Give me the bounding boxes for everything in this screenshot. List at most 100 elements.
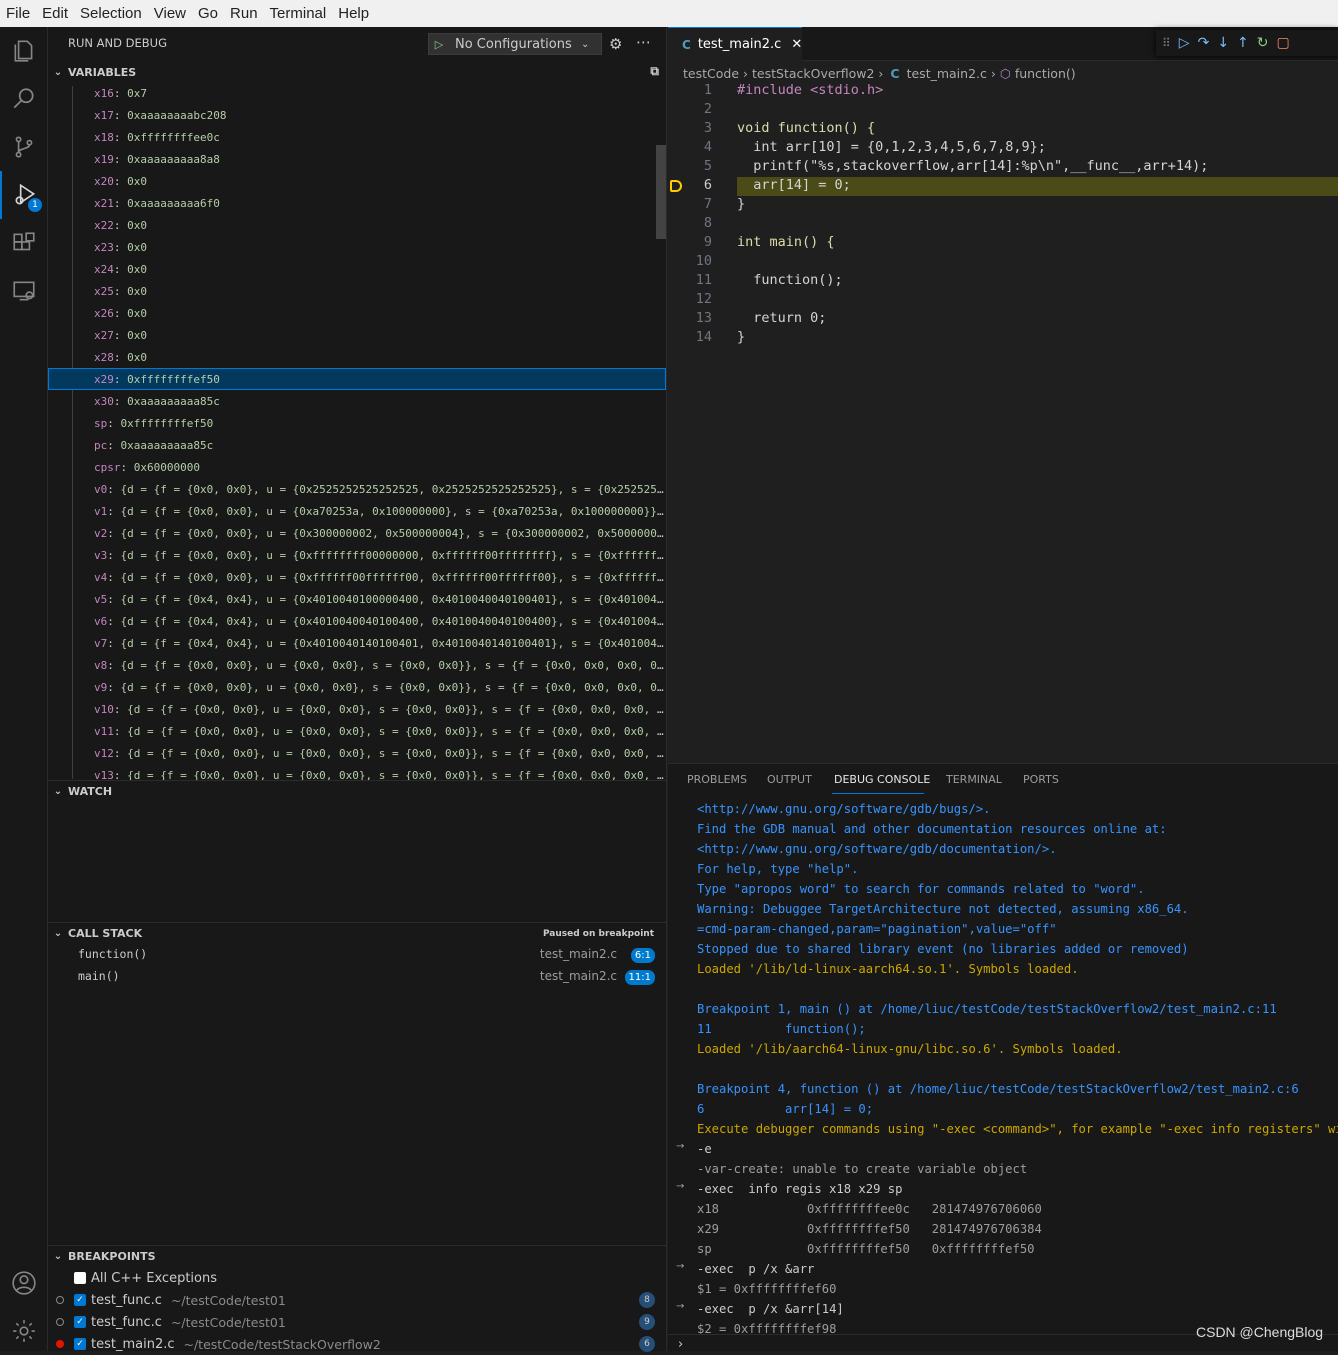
drag-handle-icon[interactable]: ⠿ <box>1162 36 1171 50</box>
code-line: return 0; <box>737 310 827 326</box>
breadcrumb-item[interactable]: testStackOverflow2 <box>752 66 874 81</box>
stop-icon[interactable]: ▢ <box>1277 35 1290 51</box>
variable-row[interactable]: v4: {d = {f = {0x0, 0x0}, u = {0xffffff0… <box>94 567 666 589</box>
separator: : <box>107 593 121 606</box>
remote-explorer-icon[interactable] <box>0 267 48 315</box>
breakpoint-checkbox[interactable]: ✓ <box>74 1294 86 1306</box>
variable-row[interactable]: x16: 0x7 <box>94 83 666 105</box>
continue-icon[interactable]: ▷ <box>1179 35 1190 51</box>
more-actions-icon[interactable]: ⋯ <box>636 33 651 51</box>
breakpoint-checkbox[interactable]: ✓ <box>74 1316 86 1328</box>
breakpoint-file: All C++ Exceptions <box>91 1270 217 1286</box>
step-out-icon[interactable]: ↑ <box>1237 35 1249 51</box>
separator: : <box>113 175 128 188</box>
menu-item[interactable]: Help <box>332 5 375 22</box>
stack-frame[interactable]: main() test_main2.c 11:1 <box>48 966 667 988</box>
variable-row[interactable]: v3: {d = {f = {0x0, 0x0}, u = {0xfffffff… <box>94 545 666 567</box>
console-prompt-icon[interactable]: › <box>678 1337 683 1352</box>
call-stack-section-header[interactable]: ⌄ CALL STACK Paused on breakpoint <box>48 922 667 944</box>
breakpoint-checkbox[interactable] <box>74 1272 86 1284</box>
panel-tab[interactable]: PROBLEMS <box>687 773 747 786</box>
breakpoint-file: test_func.c <box>91 1292 162 1308</box>
variable-row[interactable]: x24: 0x0 <box>94 259 666 281</box>
separator: : <box>113 197 128 210</box>
tab-test-main2[interactable]: C test_main2.c ✕ <box>668 27 802 61</box>
variable-row[interactable]: v2: {d = {f = {0x0, 0x0}, u = {0x3000000… <box>94 523 666 545</box>
panel-tab[interactable]: TERMINAL <box>946 773 1002 786</box>
variable-row[interactable]: v12: {d = {f = {0x0, 0x0}, u = {0x0, 0x0… <box>94 743 666 765</box>
source-control-icon[interactable] <box>0 123 48 171</box>
run-debug-icon[interactable]: 1 <box>0 171 48 219</box>
variable-name: v3 <box>94 549 108 562</box>
breadcrumb-item[interactable]: testCode <box>683 66 739 81</box>
variable-row[interactable]: x27: 0x0 <box>94 325 666 347</box>
variable-row[interactable]: x23: 0x0 <box>94 237 666 259</box>
breadcrumb-item[interactable]: test_main2.c <box>907 66 987 81</box>
search-icon[interactable] <box>0 75 48 123</box>
variable-row[interactable]: x17: 0xaaaaaaaabc208 <box>94 105 666 127</box>
variables-section-header[interactable]: ⌄ VARIABLES ⧉ <box>48 61 667 83</box>
menu-item[interactable]: Run <box>224 5 264 22</box>
stack-frame[interactable]: function() test_main2.c 6:1 <box>48 944 667 966</box>
input-arrow-icon: → <box>676 1261 685 1272</box>
panel-tab[interactable]: DEBUG CONSOLE <box>834 773 930 786</box>
breakpoint-file: test_func.c <box>91 1314 162 1330</box>
variable-row[interactable]: v5: {d = {f = {0x4, 0x4}, u = {0x4010040… <box>94 589 666 611</box>
menu-item[interactable]: View <box>148 5 192 22</box>
variable-row[interactable]: v0: {d = {f = {0x0, 0x0}, u = {0x2525252… <box>94 479 666 501</box>
variable-name: x28 <box>94 351 114 364</box>
menu-item[interactable]: Terminal <box>264 5 333 22</box>
variable-row[interactable]: x22: 0x0 <box>94 215 666 237</box>
step-over-icon[interactable]: ↷ <box>1198 35 1210 51</box>
line-number: 6 <box>703 177 712 193</box>
start-debugging-icon[interactable]: ▷ <box>429 38 449 51</box>
separator: : <box>120 461 134 474</box>
variable-row[interactable]: x21: 0xaaaaaaaaa6f0 <box>94 193 666 215</box>
variable-row[interactable]: x28: 0x0 <box>94 347 666 369</box>
account-icon[interactable] <box>0 1259 48 1307</box>
breakpoint-item[interactable]: ✓ test_main2.c ~/testCode/testStackOverflo… <box>48 1333 667 1355</box>
breakpoint-item[interactable]: ✓ test_func.c ~/testCode/test01 8 <box>48 1289 667 1311</box>
breakpoint-item[interactable]: ✓ test_func.c ~/testCode/test01 9 <box>48 1311 667 1333</box>
panel-tab[interactable]: OUTPUT <box>767 773 812 786</box>
extensions-icon[interactable] <box>0 219 48 267</box>
variable-row[interactable]: x30: 0xaaaaaaaaa85c <box>94 391 666 413</box>
menu-item[interactable]: Go <box>192 5 224 22</box>
variable-row[interactable]: x19: 0xaaaaaaaaa8a8 <box>94 149 666 171</box>
manage-gear-icon[interactable] <box>0 1307 48 1355</box>
explorer-icon[interactable] <box>0 27 48 75</box>
active-tab-underline <box>832 793 924 794</box>
configuration-dropdown[interactable]: ▷ No Configurations ⌄ <box>428 33 602 55</box>
variable-row[interactable]: x29: 0xffffffffef50 <box>94 369 666 391</box>
variable-row[interactable]: x26: 0x0 <box>94 303 666 325</box>
variable-row[interactable]: v1: {d = {f = {0x0, 0x0}, u = {0xa70253a… <box>94 501 666 523</box>
variable-row[interactable]: v7: {d = {f = {0x4, 0x4}, u = {0x4010040… <box>94 633 666 655</box>
watch-section-header[interactable]: ⌄ WATCH <box>48 780 667 802</box>
collapse-all-icon[interactable]: ⧉ <box>650 64 659 79</box>
variable-row[interactable]: v8: {d = {f = {0x0, 0x0}, u = {0x0, 0x0}… <box>94 655 666 677</box>
variable-row[interactable]: v9: {d = {f = {0x0, 0x0}, u = {0x0, 0x0}… <box>94 677 666 699</box>
restart-icon[interactable]: ↻ <box>1257 35 1269 51</box>
variable-row[interactable]: v11: {d = {f = {0x0, 0x0}, u = {0x0, 0x0… <box>94 721 666 743</box>
breakpoints-section-header[interactable]: ⌄ BREAKPOINTS <box>48 1245 667 1267</box>
variable-row[interactable]: x25: 0x0 <box>94 281 666 303</box>
open-launch-json-gear-icon[interactable]: ⚙ <box>609 35 622 53</box>
breakpoint-item[interactable]: All C++ Exceptions <box>48 1267 667 1289</box>
step-into-icon[interactable]: ↓ <box>1217 35 1229 51</box>
variable-row[interactable]: sp: 0xffffffffef50 <box>94 413 666 435</box>
menu-item[interactable]: Edit <box>36 5 74 22</box>
variable-row[interactable]: x20: 0x0 <box>94 171 666 193</box>
variable-row[interactable]: v10: {d = {f = {0x0, 0x0}, u = {0x0, 0x0… <box>94 699 666 721</box>
scrollbar-thumb[interactable] <box>656 145 666 239</box>
variable-row[interactable]: x18: 0xffffffffee0c <box>94 127 666 149</box>
variable-value: 0x0 <box>127 219 147 232</box>
variable-row[interactable]: pc: 0xaaaaaaaaa85c <box>94 435 666 457</box>
menu-item[interactable]: File <box>0 5 36 22</box>
breadcrumb-item[interactable]: function() <box>1015 66 1076 81</box>
breakpoint-checkbox[interactable]: ✓ <box>74 1338 86 1350</box>
close-icon[interactable]: ✕ <box>791 37 802 52</box>
panel-tab[interactable]: PORTS <box>1023 773 1059 786</box>
variable-row[interactable]: v6: {d = {f = {0x4, 0x4}, u = {0x4010040… <box>94 611 666 633</box>
menu-item[interactable]: Selection <box>74 5 148 22</box>
variable-row[interactable]: cpsr: 0x60000000 <box>94 457 666 479</box>
